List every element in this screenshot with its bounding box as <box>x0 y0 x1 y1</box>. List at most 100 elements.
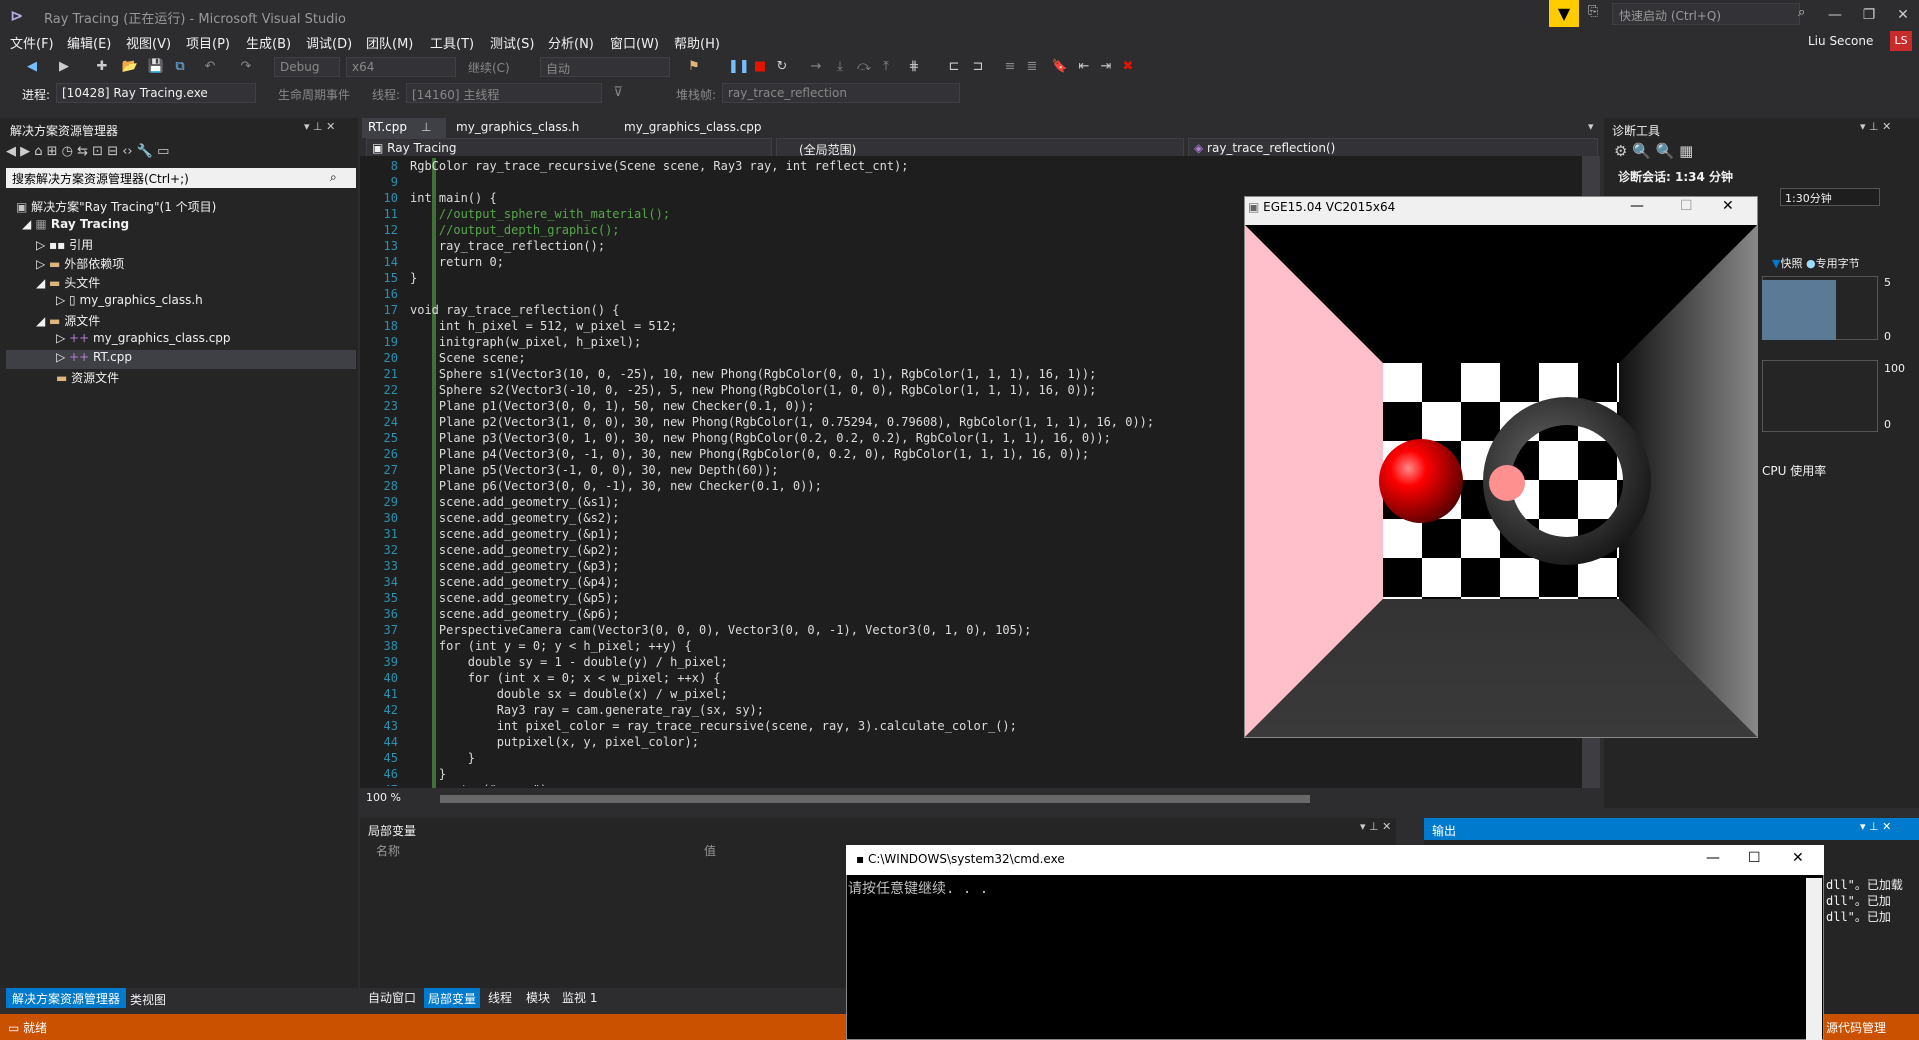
uncomment-icon[interactable]: ⊐ <box>968 57 988 77</box>
code-line[interactable]: 28 Plane p6(Vector3(0, 0, -1), 30, new C… <box>360 478 1240 494</box>
code-line[interactable]: 22 Sphere s2(Vector3(-10, 0, -25), 5, ne… <box>360 382 1240 398</box>
bookmark-icon[interactable]: 🔖 <box>1050 57 1070 77</box>
step-over-icon[interactable]: ⤼ <box>854 57 874 77</box>
code-line[interactable]: 42 Ray3 ray = cam.generate_ray_(sx, sy); <box>360 702 1240 718</box>
maximize-button[interactable]: ❐ <box>1852 0 1886 30</box>
step-into-icon[interactable]: ⤓ <box>830 57 850 77</box>
solution-search-input[interactable]: 搜索解决方案资源管理器(Ctrl+;) <box>6 168 356 188</box>
code-line[interactable]: 26 Plane p4(Vector3(0, -1, 0), 30, new P… <box>360 446 1240 462</box>
nav-project-select[interactable]: ▣ Ray Tracing <box>366 138 772 158</box>
code-line[interactable]: 40 for (int x = 0; x < w_pixel; ++x) { <box>360 670 1240 686</box>
code-line[interactable]: 47 system("pause"); <box>360 782 1240 786</box>
code-line[interactable]: 44 putpixel(x, y, pixel_color); <box>360 734 1240 750</box>
ege-maximize-button[interactable]: ☐ <box>1680 198 1693 214</box>
horizontal-scrollbar[interactable] <box>440 795 1310 803</box>
cmd-maximize-button[interactable]: ☐ <box>1748 850 1761 866</box>
menu-build[interactable]: 生成(B) <box>246 33 291 52</box>
tab-watch[interactable]: 监视 1 <box>562 989 597 1006</box>
tree-project[interactable]: ◢ ▦ Ray Tracing <box>22 217 129 236</box>
nav-scope-select[interactable]: (全局范围) <box>776 138 1184 158</box>
stack-frame-select[interactable]: ray_trace_reflection <box>722 83 960 103</box>
code-line[interactable]: 13 ray_trace_reflection(); <box>360 238 1240 254</box>
code-line[interactable]: 19 initgraph(w_pixel, h_pixel); <box>360 334 1240 350</box>
tab-locals[interactable]: 局部变量 <box>424 988 481 1008</box>
code-line[interactable]: 16 <box>360 286 1240 302</box>
code-line[interactable]: 15} <box>360 270 1240 286</box>
tree-file-rt[interactable]: ▷ ++ RT.cpp <box>6 350 356 369</box>
tree-file-h[interactable]: ▷ ▯ my_graphics_class.h <box>56 293 203 312</box>
configuration-select[interactable]: Debug <box>274 57 340 77</box>
restart-icon[interactable]: ↻ <box>772 57 792 77</box>
menu-debug[interactable]: 调试(D) <box>306 33 352 52</box>
code-line[interactable]: 43 int pixel_color = ray_trace_recursive… <box>360 718 1240 734</box>
tree-solution[interactable]: ▣ 解决方案"Ray Tracing"(1 个项目) <box>16 198 216 217</box>
step-out-icon[interactable]: ⤒ <box>876 57 896 77</box>
code-line[interactable]: 41 double sx = double(x) / w_pixel; <box>360 686 1240 702</box>
code-line[interactable]: 14 return 0; <box>360 254 1240 270</box>
menu-tools[interactable]: 工具(T) <box>430 33 474 52</box>
tree-resource-files[interactable]: ▬ 资源文件 <box>56 369 119 388</box>
settings-icon[interactable]: ⚙ 🔍 🔍 ▦ <box>1614 142 1693 160</box>
forward-icon[interactable]: ▶ <box>54 57 74 77</box>
code-line[interactable]: 8 RgbColor ray_trace_recursive(Scene scen… <box>360 158 1240 174</box>
code-line[interactable]: 36 scene.add_geometry_(&p6); <box>360 606 1240 622</box>
tab-modules[interactable]: 模块 <box>526 989 550 1006</box>
code-line[interactable]: 37 PerspectiveCamera cam(Vector3(0, 0, 0… <box>360 622 1240 638</box>
pin-icon[interactable]: ▾ ⊥ ✕ <box>304 120 335 133</box>
code-line[interactable]: 32 scene.add_geometry_(&p2); <box>360 542 1240 558</box>
menu-test[interactable]: 测试(S) <box>490 33 534 52</box>
menu-file[interactable]: 文件(F) <box>10 33 54 52</box>
outdent-icon[interactable]: ≣ <box>1022 57 1042 77</box>
tab-solution-explorer[interactable]: 解决方案资源管理器 <box>6 988 127 1008</box>
ege-minimize-button[interactable]: — <box>1630 198 1644 214</box>
platform-select[interactable]: x64 <box>346 57 456 77</box>
attach-icon[interactable]: ⚑ <box>684 57 704 77</box>
column-name[interactable]: 名称 <box>376 842 400 859</box>
code-line[interactable]: 27 Plane p5(Vector3(-1, 0, 0), 30, new D… <box>360 462 1240 478</box>
code-line[interactable]: 39 double sy = 1 - double(y) / h_pixel; <box>360 654 1240 670</box>
code-line[interactable]: 46 } <box>360 766 1240 782</box>
prev-bookmark-icon[interactable]: ⇤ <box>1074 57 1094 77</box>
hex-display-icon[interactable]: ⋕ <box>904 57 924 77</box>
pause-icon[interactable]: ❚❚ <box>728 57 750 77</box>
pin-icon[interactable]: ▾ ⊥ ✕ <box>1860 820 1891 833</box>
menu-edit[interactable]: 编辑(E) <box>67 33 111 52</box>
code-line[interactable]: 45 } <box>360 750 1240 766</box>
save-all-icon[interactable]: ⧉ <box>170 57 190 77</box>
menu-view[interactable]: 视图(V) <box>126 33 171 52</box>
tree-header-files[interactable]: ◢ ▬ 头文件 <box>36 274 100 293</box>
code-line[interactable]: 29 scene.add_geometry_(&s1); <box>360 494 1240 510</box>
tab-my-graphics-h[interactable]: my_graphics_class.h <box>456 120 579 134</box>
menu-help[interactable]: 帮助(H) <box>674 33 720 52</box>
code-line[interactable]: 23 Plane p1(Vector3(0, 0, 1), 50, new Ch… <box>360 398 1240 414</box>
tab-my-graphics-cpp[interactable]: my_graphics_class.cpp <box>624 120 762 134</box>
menu-project[interactable]: 项目(P) <box>186 33 230 52</box>
source-control-button[interactable]: 源代码管理 <box>1826 1019 1886 1036</box>
cmd-scrollbar[interactable] <box>1806 878 1822 1040</box>
tab-overflow-icon[interactable]: ▾ <box>1588 120 1594 133</box>
code-line[interactable]: 9 <box>360 174 1240 190</box>
auto-select[interactable]: 自动 <box>540 57 670 77</box>
pin-icon[interactable]: ⊥ <box>421 120 431 134</box>
menu-window[interactable]: 窗口(W) <box>610 33 659 52</box>
new-project-icon[interactable]: ✚ <box>92 57 112 77</box>
show-next-statement-icon[interactable]: → <box>806 57 826 77</box>
lifecycle-events-button[interactable]: 生命周期事件 <box>278 86 350 103</box>
indent-icon[interactable]: ≡ <box>1000 57 1020 77</box>
code-line[interactable]: 31 scene.add_geometry_(&p1); <box>360 526 1240 542</box>
code-line[interactable]: 10 int main() { <box>360 190 1240 206</box>
redo-icon[interactable]: ↷ <box>236 57 256 77</box>
cpu-usage-tab[interactable]: CPU 使用率 <box>1762 462 1826 479</box>
code-line[interactable]: 12 //output_depth_graphic(); <box>360 222 1240 238</box>
code-line[interactable]: 18 int h_pixel = 512, w_pixel = 512; <box>360 318 1240 334</box>
tab-threads[interactable]: 线程 <box>488 989 512 1006</box>
minimize-button[interactable]: — <box>1818 0 1852 30</box>
code-line[interactable]: 21 Sphere s1(Vector3(10, 0, -25), 10, ne… <box>360 366 1240 382</box>
code-line[interactable]: 30 scene.add_geometry_(&s2); <box>360 510 1240 526</box>
column-value[interactable]: 值 <box>704 842 716 859</box>
search-icon[interactable]: ⌕ <box>1798 5 1805 20</box>
undo-icon[interactable]: ↶ <box>200 57 220 77</box>
tab-rt-cpp[interactable]: RT.cpp ⊥ <box>362 118 446 138</box>
comment-icon[interactable]: ⊏ <box>944 57 964 77</box>
tree-references[interactable]: ▷ ▪▪ 引用 <box>36 236 93 255</box>
